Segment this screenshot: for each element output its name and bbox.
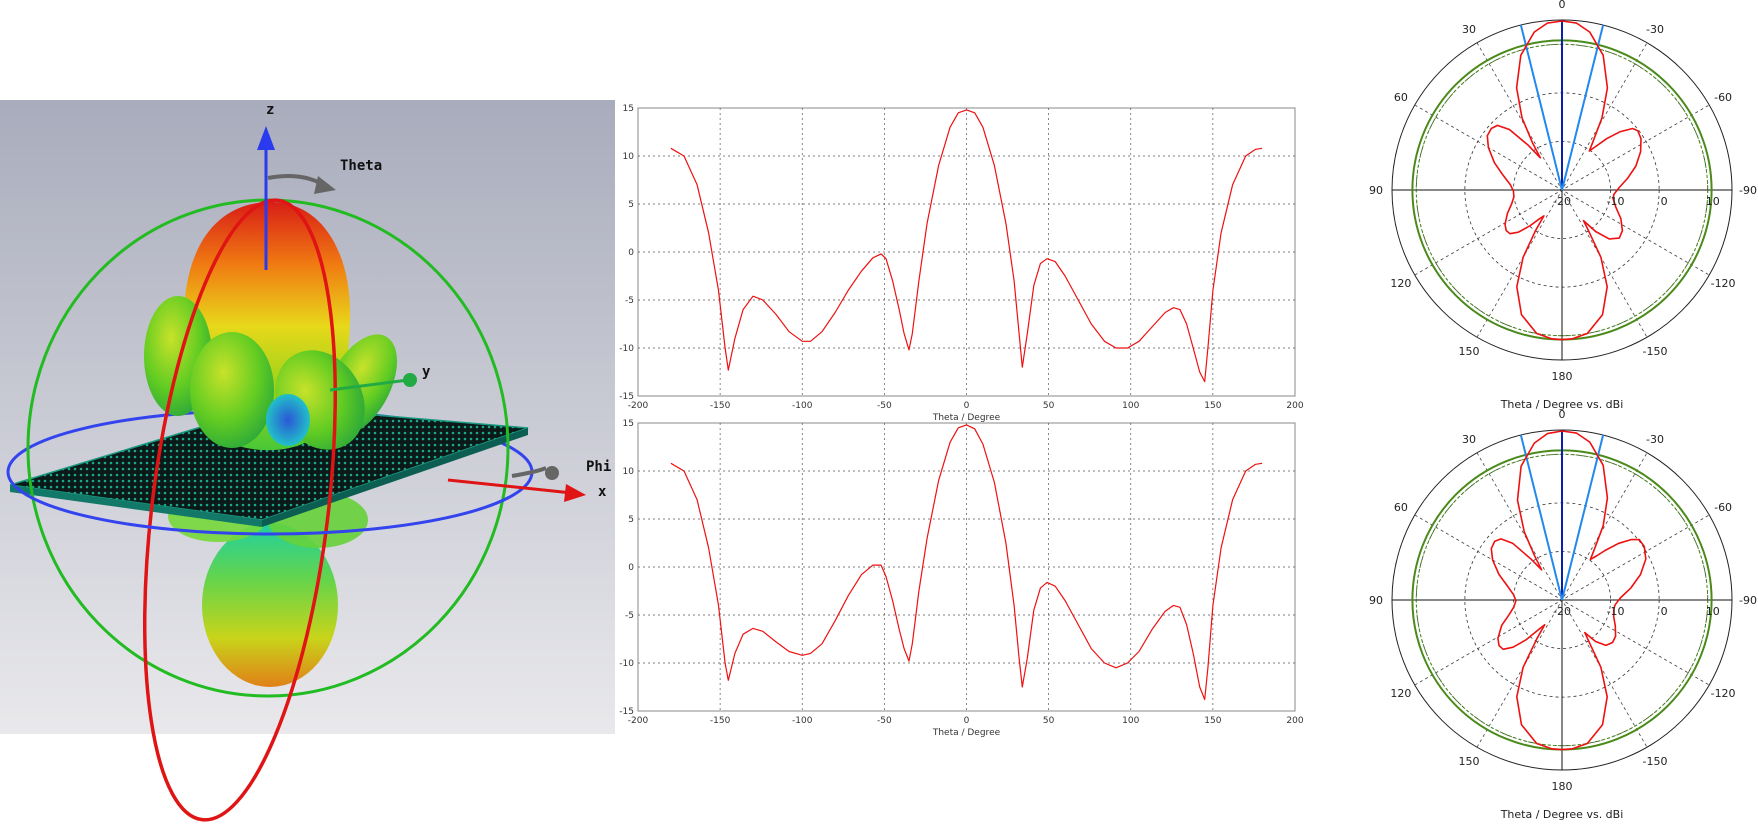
- angle-label: 150: [1459, 345, 1480, 358]
- radial-label: 10: [1706, 605, 1720, 618]
- angle-label: -30: [1646, 23, 1664, 36]
- cartesian-chart-1-svg: -200 -150 -100 -50 0 50 100 150 200-15-10-505101…: [619, 104, 1304, 423]
- angle-label: -120: [1711, 687, 1736, 700]
- angle-label: -90: [1739, 594, 1757, 607]
- radial-label: 0: [1661, 605, 1668, 618]
- cartesian-chart-1[interactable]: -200 -150 -100 -50 0 50 100 150 200 -15 -10 -5 0 5 10 1…: [612, 98, 1332, 423]
- angle-label: 90: [1369, 594, 1383, 607]
- radiation-pattern-3d-view[interactable]: z Theta y x Phi: [0, 100, 615, 822]
- x-tick-label: -200: [628, 401, 649, 411]
- y-tick-label: -15: [619, 392, 634, 402]
- angle-label: -30: [1646, 433, 1664, 446]
- radiation-pattern-3d-svg: z Theta y x Phi: [0, 100, 615, 822]
- y-tick-label: 0: [628, 248, 634, 258]
- angle-label: 120: [1390, 277, 1411, 290]
- cartesian-chart-2[interactable]: -200 -150 -100 -50 0 50 100 150 200 -15 -10 -5 0 5 10 1…: [612, 413, 1332, 738]
- x-tick-label: 150: [1204, 401, 1221, 411]
- x-tick-label: -150: [710, 401, 731, 411]
- angle-label: -60: [1714, 91, 1732, 104]
- polar-title: Theta / Degree vs. dBi: [1500, 808, 1624, 821]
- polar-chart-1[interactable]: 0 30 60 90 120 150 180 -150 -120 -90 -60 -30 -20 -10 0…: [1360, 0, 1758, 416]
- z-axis-label: z: [266, 102, 274, 118]
- x-axis-label: x: [598, 484, 607, 500]
- y-tick-label: -10: [619, 659, 634, 669]
- y-axis-arrow: [403, 373, 417, 387]
- angle-label: 30: [1462, 433, 1476, 446]
- angle-label: 150: [1459, 755, 1480, 768]
- x-tick-label: -100: [792, 401, 813, 411]
- x-tick-label: 50: [1043, 716, 1055, 726]
- angle-label: 180: [1552, 780, 1573, 793]
- x-axis-title: Theta / Degree: [932, 728, 1001, 738]
- cartesian-chart-2-svg: -200 -150 -100 -50 0 50 100 150 200-15-10-505101…: [619, 419, 1304, 738]
- side-lobe-front-left: [190, 332, 274, 448]
- radial-label: -20: [1553, 195, 1571, 208]
- y-tick-label: 5: [628, 515, 634, 525]
- y-tick-label: 0: [628, 563, 634, 573]
- y-tick-label: -10: [619, 344, 634, 354]
- null-region: [266, 394, 310, 446]
- y-tick-label: 15: [623, 104, 634, 114]
- x-tick-label: -200: [628, 716, 649, 726]
- x-tick-label: -100: [792, 716, 813, 726]
- y-tick-label: 10: [623, 152, 635, 162]
- theta-label: Theta: [340, 158, 382, 174]
- y-tick-label: 15: [623, 419, 634, 429]
- y-tick-label: -5: [625, 611, 634, 621]
- polar-chart-2[interactable]: 0 30 60 90 120 150 180 -150 -120 -90 -60 -30 -20 -10 0…: [1360, 408, 1758, 826]
- y-tick-label: 5: [628, 200, 634, 210]
- polar-chart-2-svg: 0 30 60 90 120 150 180 -150 -120 -90 -60 -30 -20 -10 0…: [1369, 408, 1757, 821]
- y-axis-label: y: [422, 364, 431, 380]
- plot-area: [637, 107, 1296, 397]
- x-tick-label: -50: [877, 401, 892, 411]
- y-tick-label: -5: [625, 296, 634, 306]
- y-tick-label: 10: [623, 467, 635, 477]
- radial-label: -20: [1553, 605, 1571, 618]
- phi-label: Phi: [586, 459, 611, 475]
- x-tick-label: 100: [1122, 716, 1139, 726]
- angle-label: 180: [1552, 370, 1573, 383]
- x-tick-label: -150: [710, 716, 731, 726]
- radial-label: -10: [1607, 605, 1625, 618]
- x-tick-label: 100: [1122, 401, 1139, 411]
- y-tick-label: -15: [619, 707, 634, 717]
- radial-label: -10: [1607, 195, 1625, 208]
- x-tick-label: 50: [1043, 401, 1055, 411]
- x-tick-label: 0: [964, 716, 970, 726]
- x-tick-label: 150: [1204, 716, 1221, 726]
- angle-label: 60: [1394, 91, 1408, 104]
- angle-label: 30: [1462, 23, 1476, 36]
- radial-label: 0: [1661, 195, 1668, 208]
- radial-label: 10: [1706, 195, 1720, 208]
- angle-label: -120: [1711, 277, 1736, 290]
- angle-label: 90: [1369, 184, 1383, 197]
- phi-arrow-head: [545, 466, 559, 480]
- angle-label: 0: [1559, 408, 1566, 421]
- x-tick-label: 200: [1286, 401, 1303, 411]
- x-tick-label: 0: [964, 401, 970, 411]
- polar-chart-1-svg: 0 30 60 90 120 150 180 -150 -120 -90 -60 -30 -20 -10 0…: [1369, 0, 1757, 411]
- angle-label: 60: [1394, 501, 1408, 514]
- angle-label: 120: [1390, 687, 1411, 700]
- x-tick-label: 200: [1286, 716, 1303, 726]
- x-tick-label: -50: [877, 716, 892, 726]
- angle-label: 0: [1559, 0, 1566, 11]
- angle-label: -150: [1643, 755, 1668, 768]
- angle-label: -150: [1643, 345, 1668, 358]
- angle-label: -60: [1714, 501, 1732, 514]
- angle-label: -90: [1739, 184, 1757, 197]
